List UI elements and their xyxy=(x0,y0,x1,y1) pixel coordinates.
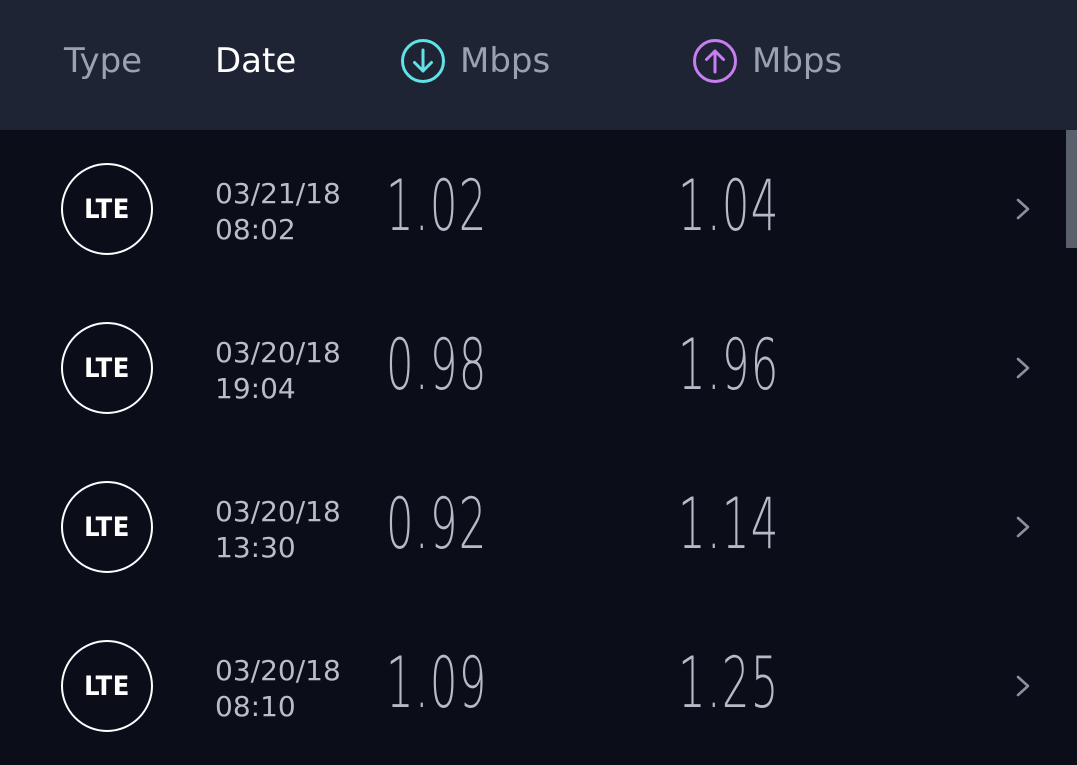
chevron-right-icon xyxy=(1016,516,1030,538)
result-time: 08:10 xyxy=(215,690,296,723)
result-date: 03/21/18 xyxy=(215,177,341,210)
chevron-right-icon xyxy=(1016,675,1030,697)
results-header: Type Date Mbps Mbps xyxy=(0,0,1077,130)
result-date: 03/20/18 xyxy=(215,495,341,528)
result-datetime: 03/20/18 08:10 xyxy=(215,653,341,725)
upload-speed: 1.25 xyxy=(678,642,780,724)
upload-speed: 1.04 xyxy=(678,165,780,247)
sort-by-download[interactable]: Mbps xyxy=(400,0,550,122)
upload-speed: 1.14 xyxy=(678,483,780,565)
result-datetime: 03/21/18 08:02 xyxy=(215,176,341,248)
download-speed: 1.09 xyxy=(386,642,488,724)
connection-type-badge: LTE xyxy=(61,481,153,573)
scrollbar-thumb[interactable] xyxy=(1066,130,1077,248)
result-date: 03/20/18 xyxy=(215,336,341,369)
result-row[interactable]: LTE 03/20/18 08:10 1.09 1.25 xyxy=(0,607,1064,765)
connection-type-badge: LTE xyxy=(61,640,153,732)
result-datetime: 03/20/18 19:04 xyxy=(215,335,341,407)
arrow-down-circle-icon xyxy=(401,39,445,83)
result-datetime: 03/20/18 13:30 xyxy=(215,494,341,566)
result-time: 19:04 xyxy=(215,372,296,405)
connection-type-label: LTE xyxy=(84,352,130,384)
results-list: LTE 03/21/18 08:02 1.02 1.04 LTE 03/20/1… xyxy=(0,130,1077,765)
sort-by-upload[interactable]: Mbps xyxy=(692,0,842,122)
download-speed: 0.98 xyxy=(386,324,488,406)
connection-type-badge: LTE xyxy=(61,322,153,414)
download-column-label: Mbps xyxy=(460,41,551,81)
upload-column-label: Mbps xyxy=(752,41,843,81)
result-time: 08:02 xyxy=(215,213,296,246)
result-row[interactable]: LTE 03/20/18 19:04 0.98 1.96 xyxy=(0,289,1064,448)
sort-by-date[interactable]: Date xyxy=(215,0,296,122)
connection-type-label: LTE xyxy=(84,670,130,702)
download-speed: 1.02 xyxy=(386,165,488,247)
speedtest-results-screen: Type Date Mbps Mbps LTE 03/21/18 08:02 1… xyxy=(0,0,1077,765)
connection-type-label: LTE xyxy=(84,511,130,543)
result-row[interactable]: LTE 03/21/18 08:02 1.02 1.04 xyxy=(0,130,1064,289)
arrow-up-circle-icon xyxy=(693,39,737,83)
upload-speed: 1.96 xyxy=(678,324,780,406)
download-speed: 0.92 xyxy=(386,483,488,565)
date-column-label: Date xyxy=(215,41,297,81)
result-time: 13:30 xyxy=(215,531,296,564)
type-column-label: Type xyxy=(64,41,143,81)
connection-type-label: LTE xyxy=(84,193,130,225)
result-date: 03/20/18 xyxy=(215,654,341,687)
chevron-right-icon xyxy=(1016,357,1030,379)
result-row[interactable]: LTE 03/20/18 13:30 0.92 1.14 xyxy=(0,448,1064,607)
chevron-right-icon xyxy=(1016,198,1030,220)
connection-type-badge: LTE xyxy=(61,163,153,255)
sort-by-type[interactable]: Type xyxy=(64,0,142,122)
